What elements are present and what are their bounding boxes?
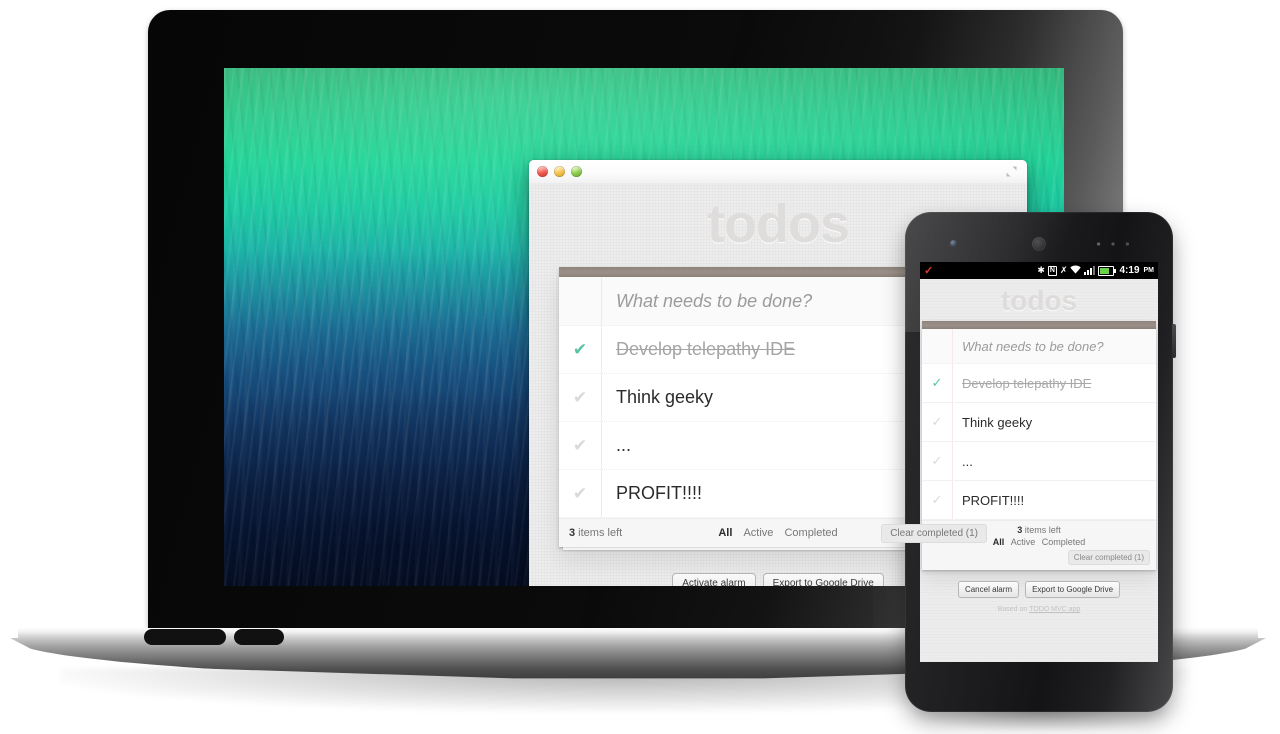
- filter-completed[interactable]: Completed: [1042, 537, 1086, 547]
- todo-label: Develop telepathy IDE: [616, 339, 796, 359]
- todo-label: PROFIT!!!!: [616, 483, 703, 503]
- todo-label: Think geeky: [962, 414, 1033, 430]
- phone-todo-item-1[interactable]: ✓ Think geeky: [922, 403, 1156, 442]
- todo-label: ...: [616, 435, 632, 455]
- earpiece-speaker-icon: [1032, 237, 1046, 251]
- todo-toggle-icon[interactable]: ✔: [559, 326, 602, 373]
- todo-toggle-icon[interactable]: ✔: [559, 374, 602, 421]
- todo-label: Develop telepathy IDE: [962, 375, 1092, 391]
- todo-toggle-icon[interactable]: ✔: [559, 470, 602, 517]
- close-button[interactable]: [537, 166, 548, 177]
- phone-page-title: todos: [1000, 285, 1078, 316]
- phone-power-button[interactable]: [1172, 324, 1176, 358]
- android-status-bar: ✓ ✱ N ✗ 4:19 PM: [920, 262, 1158, 279]
- phone-new-todo-input[interactable]: What needs to be done?: [953, 339, 1156, 354]
- front-camera-icon: [950, 240, 957, 247]
- phone-todo-item-0[interactable]: ✓ Develop telepathy IDE: [922, 364, 1156, 403]
- signal-bars-icon: [1084, 266, 1096, 275]
- scene: todos What needs to be done? ✔ Develop t…: [0, 0, 1280, 734]
- zoom-button[interactable]: [571, 166, 582, 177]
- phone-extra-actions: Cancel alarm Export to Google Drive: [920, 581, 1158, 598]
- phone-todo-item-2[interactable]: ✓ ...: [922, 442, 1156, 481]
- laptop-base-notch: [234, 629, 284, 645]
- credit-prefix: Based on: [997, 606, 1030, 613]
- nfc-icon: N: [1047, 265, 1057, 276]
- window-titlebar[interactable]: [529, 160, 1027, 184]
- fullscreen-arrows-icon[interactable]: [1005, 165, 1018, 178]
- todo-label: ...: [962, 453, 973, 469]
- phone-new-todo-row[interactable]: What needs to be done?: [922, 329, 1156, 364]
- status-bar-ampm: PM: [1143, 267, 1155, 274]
- todo-toggle-icon[interactable]: ✓: [922, 403, 953, 441]
- status-bar-time: 4:19: [1119, 265, 1140, 276]
- silent-mode-icon: ✗: [1059, 265, 1068, 275]
- filter-active[interactable]: Active: [1011, 537, 1036, 547]
- todo-toggle-icon[interactable]: ✔: [559, 422, 602, 469]
- phone-device: ✓ ✱ N ✗ 4:19 PM todos What needs to be d…: [905, 212, 1176, 730]
- phone-todo-item-3[interactable]: ✓ PROFIT!!!!: [922, 481, 1156, 520]
- bluetooth-icon: ✱: [1037, 265, 1045, 275]
- window-controls: [537, 166, 582, 177]
- phone-credit-text: Based on TODO MVC app: [920, 606, 1158, 613]
- proximity-sensor-icon: [1095, 242, 1131, 246]
- todo-label: PROFIT!!!!: [962, 492, 1025, 508]
- filter-all[interactable]: All: [993, 537, 1005, 547]
- phone-toggle-all-bar[interactable]: [922, 321, 1156, 329]
- phone-screen: ✓ ✱ N ✗ 4:19 PM todos What needs to be d…: [920, 262, 1158, 662]
- filter-active[interactable]: Active: [743, 527, 773, 539]
- phone-new-todo-gutter: [922, 329, 953, 363]
- todo-toggle-icon[interactable]: ✓: [922, 442, 953, 480]
- clear-completed-button[interactable]: Clear completed (1): [1067, 550, 1150, 565]
- laptop-base-notch: [144, 629, 226, 645]
- filter-completed[interactable]: Completed: [784, 527, 837, 539]
- phone-todo-app: todos What needs to be done? ✓ Develop t…: [920, 279, 1158, 662]
- filter-all[interactable]: All: [718, 527, 732, 539]
- todo-label: Think geeky: [616, 387, 714, 407]
- activate-alarm-button[interactable]: Activate alarm: [672, 573, 756, 586]
- minimize-button[interactable]: [554, 166, 565, 177]
- todo-toggle-icon[interactable]: ✓: [922, 364, 953, 402]
- new-todo-gutter: [559, 277, 602, 325]
- export-to-google-drive-button[interactable]: Export to Google Drive: [762, 573, 884, 586]
- todo-toggle-icon[interactable]: ✓: [922, 481, 953, 519]
- clear-completed-button[interactable]: Clear completed (1): [881, 523, 987, 543]
- todomvc-link[interactable]: TODO MVC app: [1029, 606, 1080, 613]
- wifi-icon: [1070, 265, 1082, 276]
- status-bar-system-icons: ✱ N ✗ 4:19 PM: [1037, 265, 1154, 276]
- phone-items-left-text: items left: [1022, 525, 1061, 535]
- red-check-icon: ✓: [924, 265, 934, 277]
- export-to-google-drive-button[interactable]: Export to Google Drive: [1025, 581, 1121, 598]
- phone-body: ✓ ✱ N ✗ 4:19 PM todos What needs to be d…: [905, 212, 1176, 712]
- battery-icon: [1098, 265, 1117, 276]
- cancel-alarm-button[interactable]: Cancel alarm: [957, 581, 1020, 598]
- status-bar-notifications: ✓: [924, 264, 1037, 277]
- phone-clear-wrap: Clear completed (1): [928, 550, 1150, 565]
